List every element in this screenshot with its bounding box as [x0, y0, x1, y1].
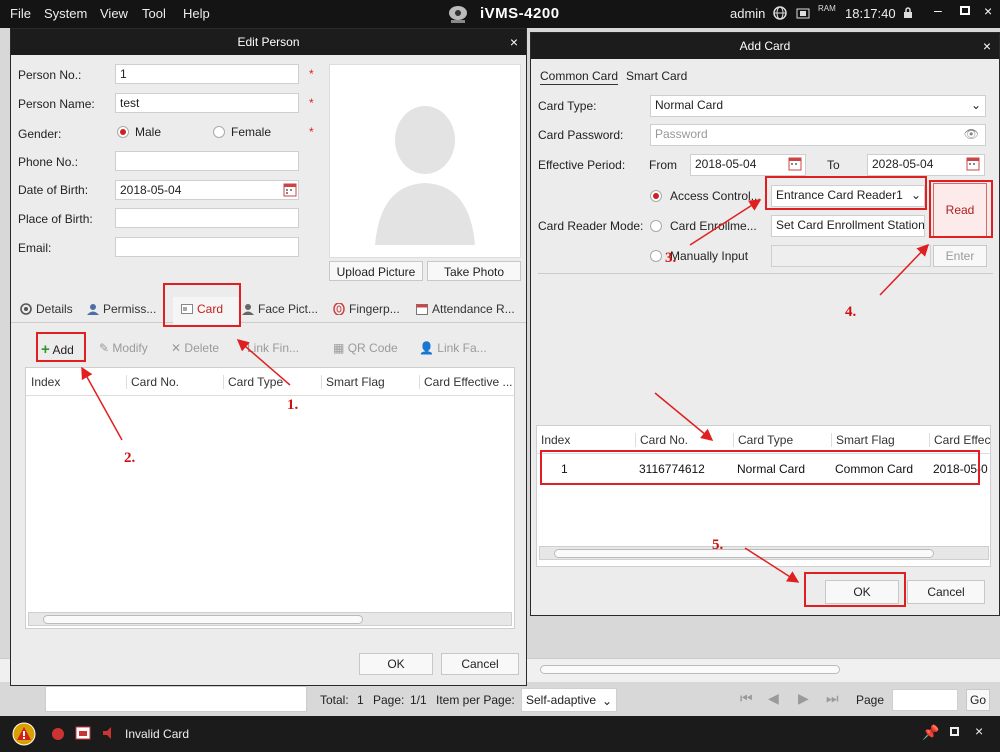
arrow-4: [879, 243, 930, 296]
arrow-5: [744, 547, 800, 583]
arrow-3: [689, 199, 762, 246]
arrow-1: [236, 339, 291, 386]
arrow-2: [81, 366, 123, 441]
annotation-step-5: 5.: [712, 537, 724, 553]
annotation-arrows: [81, 199, 930, 583]
annotation-step-2: 2.: [124, 450, 136, 466]
annotation-step-1: 1.: [287, 397, 299, 413]
annotation-step-3: 3.: [665, 250, 677, 266]
arrow-row: [654, 392, 714, 441]
annotation-step-4: 4.: [845, 304, 857, 320]
